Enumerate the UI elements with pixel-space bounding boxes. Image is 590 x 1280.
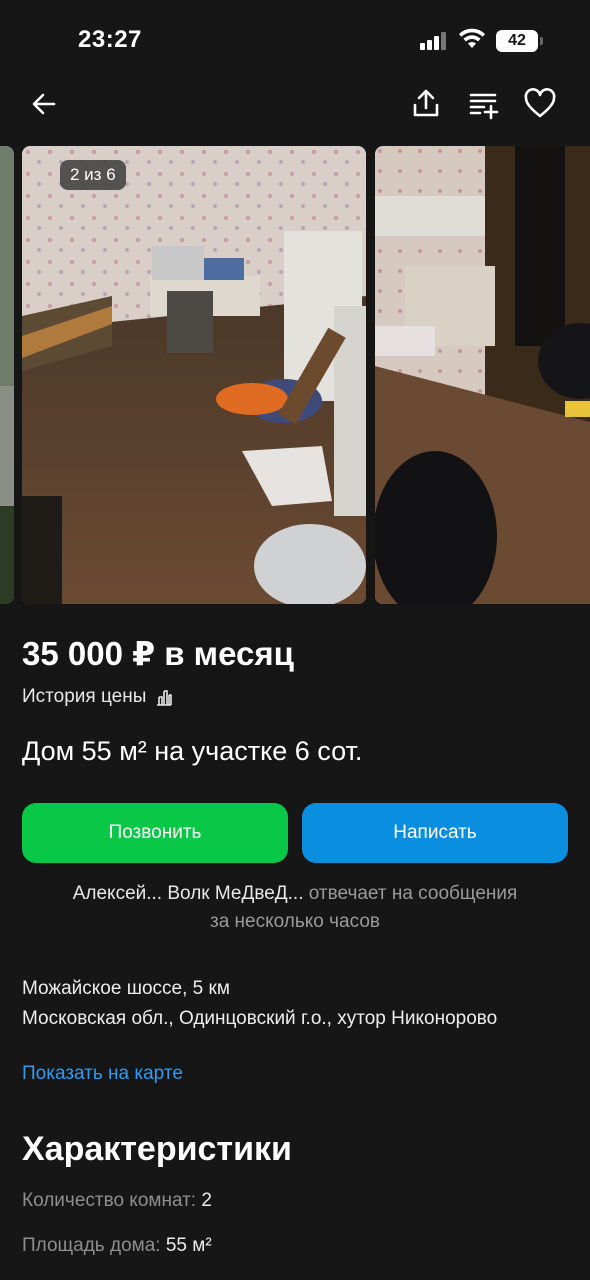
battery-tip bbox=[540, 37, 543, 45]
favorite-button[interactable] bbox=[522, 86, 558, 122]
listing-title: Дом 55 м² на участке 6 сот. bbox=[22, 736, 363, 766]
spec-area: Площадь дома: 55 м² bbox=[22, 1235, 212, 1257]
spec-area-label: Площадь дома: bbox=[22, 1235, 161, 1256]
compare-button[interactable] bbox=[466, 86, 502, 122]
spec-rooms-label: Количество комнат: bbox=[22, 1190, 197, 1211]
photo-previous-image bbox=[0, 146, 14, 604]
status-bar: 23:27 42 bbox=[0, 0, 590, 80]
heart-icon bbox=[524, 88, 556, 118]
address-line-highway: Можайское шоссе, 5 км bbox=[22, 978, 230, 999]
share-icon bbox=[413, 89, 439, 117]
call-button[interactable]: Позвонить bbox=[22, 803, 288, 863]
battery-indicator: 42 bbox=[496, 30, 538, 52]
address-line-locality: Московская обл., Одинцовский г.о., хутор… bbox=[22, 1008, 498, 1029]
photo-previous[interactable] bbox=[0, 146, 14, 604]
compare-icon bbox=[469, 93, 499, 120]
seller-response: отвечает на сообщения bbox=[308, 883, 518, 904]
photo-counter: 2 из 6 bbox=[60, 160, 126, 190]
room-photo-image bbox=[22, 146, 366, 604]
spec-area-value: 55 м² bbox=[165, 1235, 212, 1256]
top-toolbar bbox=[0, 80, 590, 130]
back-button[interactable] bbox=[26, 86, 62, 122]
characteristics-title: Характеристики bbox=[22, 1130, 292, 1168]
photo-gallery[interactable]: 2 из 6 bbox=[0, 146, 590, 604]
photo-next[interactable] bbox=[375, 146, 590, 604]
spec-rooms-value: 2 bbox=[201, 1190, 212, 1211]
share-button[interactable] bbox=[408, 86, 444, 122]
bar-chart-icon bbox=[157, 690, 173, 706]
seller-response-time: за несколько часов bbox=[210, 911, 380, 932]
listing-price: 35 000 ₽ в месяц bbox=[22, 635, 294, 672]
seller-info: Алексей... Волк МеДвеД... отвечает на со… bbox=[0, 880, 590, 936]
show-on-map-link[interactable]: Показать на карте bbox=[22, 1063, 183, 1085]
price-history-label: История цены bbox=[22, 686, 147, 707]
write-button[interactable]: Написать bbox=[302, 803, 568, 863]
price-history-link[interactable]: История цены bbox=[22, 686, 174, 708]
seller-name[interactable]: Алексей... Волк МеДвеД... bbox=[73, 883, 304, 904]
room-photo-next-image bbox=[375, 146, 590, 604]
wifi-icon bbox=[459, 28, 485, 48]
address-block: Можайское шоссе, 5 км Московская обл., О… bbox=[22, 974, 562, 1034]
status-time: 23:27 bbox=[78, 26, 142, 53]
photo-current[interactable]: 2 из 6 bbox=[22, 146, 366, 604]
signal-icon bbox=[420, 32, 448, 50]
arrow-left-icon bbox=[32, 93, 56, 115]
spec-rooms: Количество комнат: 2 bbox=[22, 1190, 212, 1212]
